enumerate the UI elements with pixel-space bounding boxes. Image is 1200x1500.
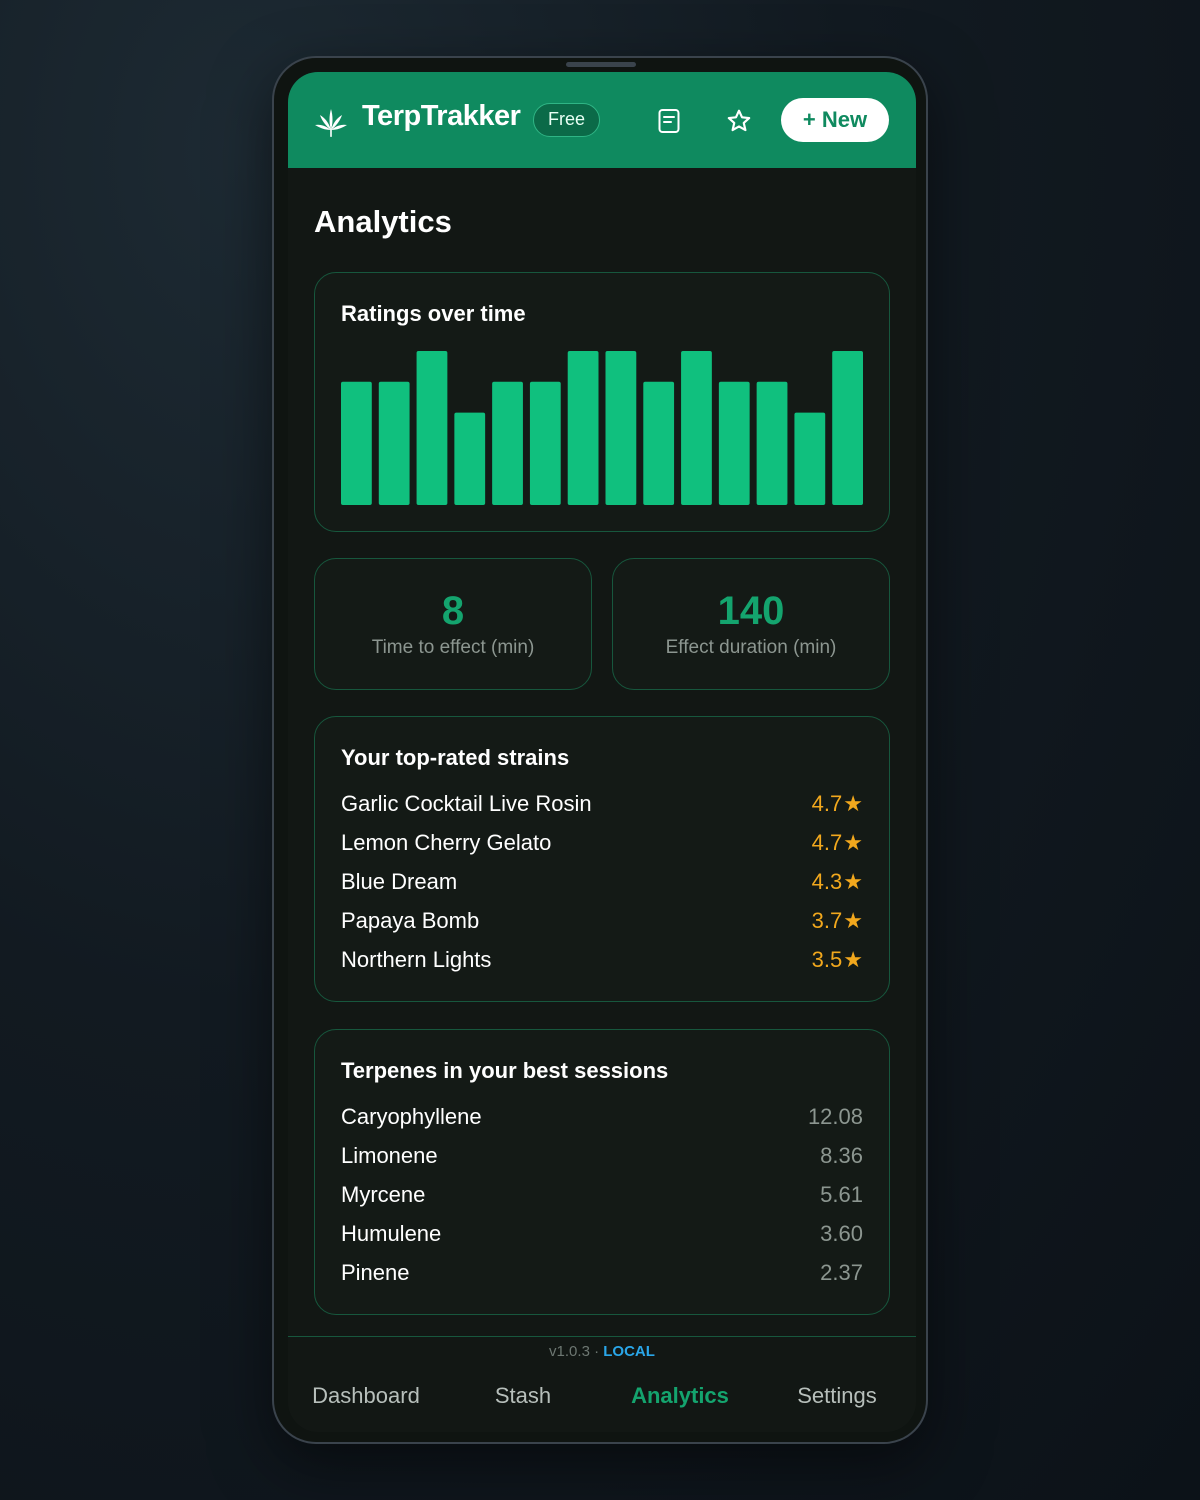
strain-row[interactable]: Papaya Bomb 3.7 ★ [341, 908, 863, 942]
terpene-row: Limonene 8.36 [341, 1143, 863, 1177]
rating-value: 3.7 [811, 908, 843, 933]
strain-rating: 4.3 ★ [812, 869, 863, 895]
terpene-value: 2.37 [820, 1260, 863, 1285]
strain-name: Northern Lights [341, 947, 492, 972]
rating-bar[interactable] [794, 412, 826, 505]
terpene-row: Pinene 2.37 [341, 1260, 863, 1294]
tab-dashboard[interactable]: Dashboard [296, 1383, 436, 1409]
terpene-row: Caryophyllene 12.08 [341, 1104, 863, 1138]
new-entry-button[interactable]: + New [781, 98, 889, 142]
terpenes-title: Terpenes in your best sessions [341, 1058, 669, 1083]
strain-name: Blue Dream [341, 869, 458, 894]
rating-bar[interactable] [341, 381, 372, 505]
rating-value: 4.7 [811, 830, 843, 855]
time-to-effect-label: Time to effect (min) [371, 637, 535, 658]
terpene-row: Humulene 3.60 [341, 1221, 863, 1255]
terpene-name: Pinene [341, 1260, 410, 1285]
rating-bar[interactable] [416, 351, 448, 505]
rating-value: 3.5 [811, 947, 843, 972]
ratings-chart-card: Ratings over time [314, 272, 890, 532]
chart-title: Ratings over time [341, 301, 526, 326]
strain-name: Lemon Cherry Gelato [341, 830, 552, 855]
rating-bar[interactable] [605, 351, 637, 505]
terpene-name: Myrcene [341, 1182, 426, 1207]
speaker-notch [566, 62, 636, 67]
rating-bar[interactable] [567, 351, 599, 505]
phone-frame: TerpTrakker Free + New Analytics Ratings… [272, 56, 928, 1444]
terpene-value: 8.36 [820, 1143, 863, 1168]
terpene-value: 3.60 [820, 1221, 863, 1246]
rating-bar[interactable] [832, 351, 863, 505]
rating-bar[interactable] [454, 412, 486, 505]
tab-settings[interactable]: Settings [767, 1383, 907, 1409]
version-separator: · [589, 1343, 604, 1360]
terpene-value: 12.08 [807, 1104, 863, 1129]
plan-badge[interactable]: Free [533, 103, 601, 137]
analytics-content: Analytics Ratings over time 8 Time to ef… [288, 168, 916, 1336]
rating-bar[interactable] [492, 381, 523, 505]
version-number: v1.0.3 [549, 1343, 590, 1360]
strain-row[interactable]: Northern Lights 3.5 ★ [341, 947, 863, 981]
rating-bar[interactable] [756, 381, 788, 505]
top-strains-card: Your top-rated strains Garlic Cocktail L… [314, 716, 890, 1002]
strain-row[interactable]: Garlic Cocktail Live Rosin 4.7 ★ [341, 791, 863, 825]
notes-icon [658, 109, 680, 133]
version-info: v1.0.3 · LOCAL [288, 1343, 916, 1360]
time-to-effect-value: 8 [441, 589, 465, 633]
app-title: TerpTrakker [362, 100, 521, 132]
strain-rating: 3.7 ★ [812, 908, 863, 934]
star-filled-icon: ★ [843, 947, 863, 972]
star-icon [727, 109, 751, 132]
environment-badge: LOCAL [603, 1343, 655, 1360]
terpenes-card: Terpenes in your best sessions Caryophyl… [314, 1029, 890, 1315]
effect-duration-label: Effect duration (min) [665, 637, 837, 658]
ratings-bar-chart [341, 351, 863, 505]
terpene-row: Myrcene 5.61 [341, 1182, 863, 1216]
cannabis-leaf-icon [315, 109, 347, 137]
terpene-value: 5.61 [820, 1182, 863, 1207]
star-filled-icon: ★ [843, 908, 863, 933]
top-strains-title: Your top-rated strains [341, 745, 570, 770]
tab-stash[interactable]: Stash [453, 1383, 593, 1409]
rating-bar[interactable] [718, 381, 750, 505]
strain-rating: 3.5 ★ [812, 947, 863, 973]
rating-value: 4.3 [811, 869, 843, 894]
time-to-effect-card: 8 Time to effect (min) [314, 558, 592, 690]
app-screen: TerpTrakker Free + New Analytics Ratings… [288, 72, 916, 1432]
terpene-name: Limonene [341, 1143, 438, 1168]
terpene-name: Caryophyllene [341, 1104, 482, 1129]
effect-duration-value: 140 [717, 589, 785, 633]
notes-button[interactable] [654, 106, 684, 136]
page-title: Analytics [314, 204, 452, 239]
rating-bar[interactable] [643, 381, 675, 505]
star-filled-icon: ★ [843, 830, 863, 855]
strain-name: Papaya Bomb [341, 908, 480, 933]
rating-bar[interactable] [378, 381, 410, 505]
strain-row[interactable]: Lemon Cherry Gelato 4.7 ★ [341, 830, 863, 864]
rating-bar[interactable] [681, 351, 712, 505]
strain-name: Garlic Cocktail Live Rosin [341, 791, 592, 816]
favorites-button[interactable] [724, 106, 754, 136]
app-header: TerpTrakker Free + New [288, 72, 916, 168]
star-filled-icon: ★ [843, 869, 863, 894]
tab-analytics[interactable]: Analytics [610, 1383, 750, 1409]
rating-bar[interactable] [529, 381, 561, 505]
strain-row[interactable]: Blue Dream 4.3 ★ [341, 869, 863, 903]
bottom-nav: v1.0.3 · LOCAL Dashboard Stash Analytics… [288, 1336, 916, 1432]
effect-duration-card: 140 Effect duration (min) [612, 558, 890, 690]
terpene-name: Humulene [341, 1221, 442, 1246]
rating-value: 4.7 [811, 791, 843, 816]
strain-rating: 4.7 ★ [812, 830, 863, 856]
strain-rating: 4.7 ★ [812, 791, 863, 817]
star-filled-icon: ★ [843, 791, 863, 816]
